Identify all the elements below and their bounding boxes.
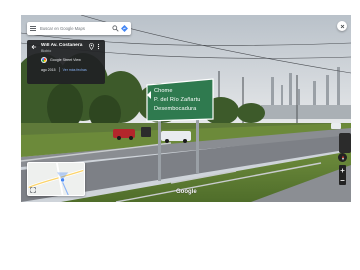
more-vert-icon[interactable]: [96, 43, 101, 50]
zoom-in-button[interactable]: [339, 166, 346, 175]
directions-icon[interactable]: [121, 25, 128, 32]
page: Chome P. del Río Zañartu Desembocadura B…: [0, 0, 360, 270]
compass-button[interactable]: [338, 153, 347, 162]
minimap[interactable]: [27, 162, 85, 196]
compass-icon: [341, 155, 344, 160]
sign-line-1: Chome: [154, 88, 173, 94]
map-pin-icon[interactable]: [89, 43, 94, 50]
search-input[interactable]: [40, 24, 110, 33]
arrow-left-icon[interactable]: [31, 44, 37, 50]
google-logo: Google: [176, 189, 197, 195]
author-avatar[interactable]: [41, 57, 47, 63]
close-icon: [340, 24, 344, 28]
menu-icon[interactable]: [30, 26, 36, 31]
zoom-controls: [339, 165, 346, 185]
sign-line-3: Desembocadura: [154, 106, 197, 112]
minimap-map[interactable]: [28, 163, 84, 195]
place-subtitle: Biobío: [41, 49, 52, 53]
author-name[interactable]: Google Street View: [50, 58, 81, 62]
minus-icon: [340, 179, 345, 181]
info-card: Will Av. Costanera Biobío Google Street …: [27, 40, 105, 84]
capture-date[interactable]: ago 2015: [41, 68, 56, 72]
street-view-viewport[interactable]: Chome P. del Río Zañartu Desembocadura B…: [21, 15, 351, 202]
divider: [58, 67, 60, 72]
expand-icon[interactable]: [30, 187, 36, 193]
zoom-out-button[interactable]: [339, 176, 346, 185]
see-more-dates-link[interactable]: Ver más fechas: [63, 68, 87, 72]
sign-line-2: P. del Río Zañartu: [154, 97, 201, 103]
close-button[interactable]: [337, 21, 347, 31]
search-icon[interactable]: [112, 25, 119, 32]
search-box[interactable]: [27, 22, 131, 35]
plus-icon: [340, 168, 345, 172]
